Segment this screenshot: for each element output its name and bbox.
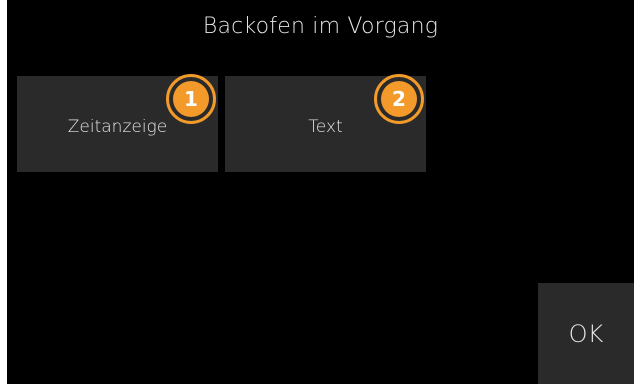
ok-button[interactable]: OK (538, 283, 634, 384)
screen-title: Backofen im Vorgang (202, 14, 439, 39)
oven-display-screen: Backofen im Vorgang Zeitanzeige Text 1 2… (7, 0, 634, 384)
callout-number: 2 (381, 81, 417, 117)
callout-badge-1: 1 (166, 74, 216, 124)
tile-label: Text (308, 117, 343, 137)
tile-label: Zeitanzeige (67, 117, 168, 137)
callout-number: 1 (173, 81, 209, 117)
callout-badge-2: 2 (374, 74, 424, 124)
